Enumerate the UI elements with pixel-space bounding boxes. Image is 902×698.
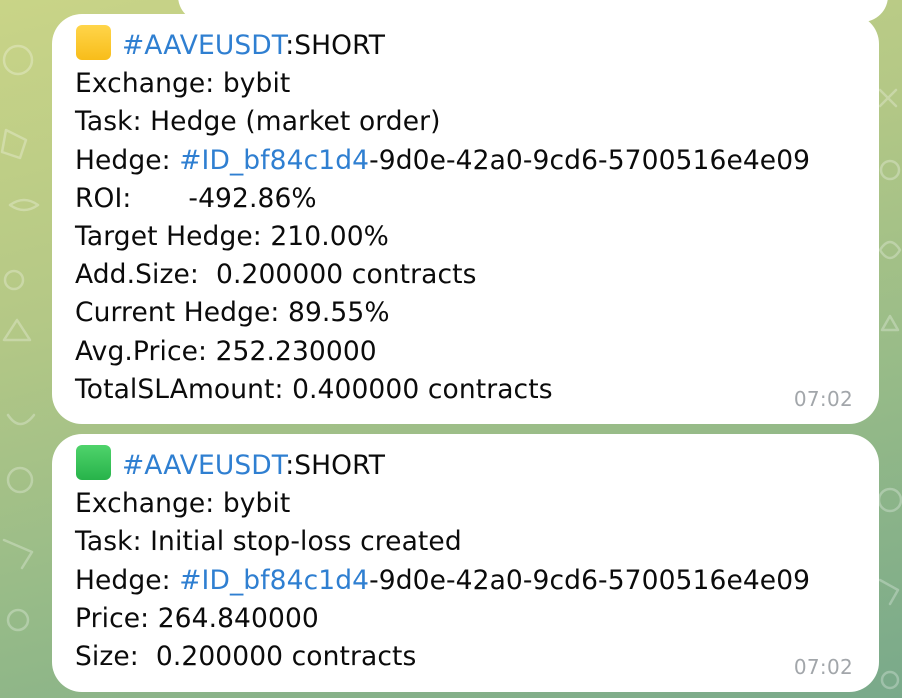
position-side: :SHORT — [285, 30, 385, 61]
target-hedge-line: Target Hedge: 210.00% — [75, 221, 389, 253]
hashtag-link[interactable]: #AAVEUSDT — [122, 30, 285, 61]
hedge-id-suffix: -9d0e-42a0-9cd6-5700516e4e09 — [369, 144, 811, 176]
message-timestamp: 07:02 — [793, 655, 853, 679]
hedge-line: Hedge: #ID_bf84c1d4-9d0e-42a0-9cd6-57005… — [75, 562, 859, 600]
hashtag-link[interactable]: #AAVEUSDT — [122, 450, 285, 481]
avg-price-line: Avg.Price: 252.230000 — [75, 335, 377, 367]
message-bubble[interactable]: #AAVEUSDT:SHORT Exchange: bybit Task: In… — [52, 434, 879, 692]
message-header: #AAVEUSDT:SHORT — [75, 445, 859, 485]
message-bubble[interactable]: #AAVEUSDT:SHORT Exchange: bybit Task: He… — [52, 0, 888, 424]
hedge-id-suffix: -9d0e-42a0-9cd6-5700516e4e09 — [369, 564, 811, 596]
message-timestamp: 07:02 — [793, 387, 853, 411]
total-sl-amount-line: TotalSLAmount: 0.400000 contracts — [75, 373, 553, 405]
hedge-label: Hedge: — [75, 564, 180, 596]
task-line: Task: Hedge (market order) — [75, 106, 441, 138]
hedge-id-hashtag-link[interactable]: #ID_bf84c1d4 — [179, 565, 369, 596]
hedge-line: Hedge: #ID_bf84c1d4-9d0e-42a0-9cd6-57005… — [75, 142, 859, 180]
hedge-id-hashtag-link[interactable]: #ID_bf84c1d4 — [179, 145, 369, 176]
roi-line: ROI: -492.86% — [75, 180, 859, 218]
exchange-line: Exchange: bybit — [75, 488, 291, 520]
task-line: Task: Initial stop-loss created — [75, 526, 462, 558]
green-square-emoji — [76, 445, 111, 480]
hedge-label: Hedge: — [75, 144, 180, 176]
roi-value: -492.86% — [188, 182, 317, 214]
price-line: Price: 264.840000 — [75, 602, 319, 634]
message-header: #AAVEUSDT:SHORT — [75, 25, 859, 65]
previous-message-edge — [178, 0, 888, 22]
current-hedge-line: Current Hedge: 89.55% — [75, 297, 390, 329]
yellow-square-emoji — [76, 25, 111, 60]
position-side: :SHORT — [285, 450, 385, 481]
size-line: Size: 0.200000 contracts — [75, 641, 417, 673]
add-size-line: Add.Size: 0.200000 contracts — [75, 259, 477, 291]
exchange-line: Exchange: bybit — [75, 68, 291, 100]
roi-label: ROI: — [75, 182, 132, 214]
